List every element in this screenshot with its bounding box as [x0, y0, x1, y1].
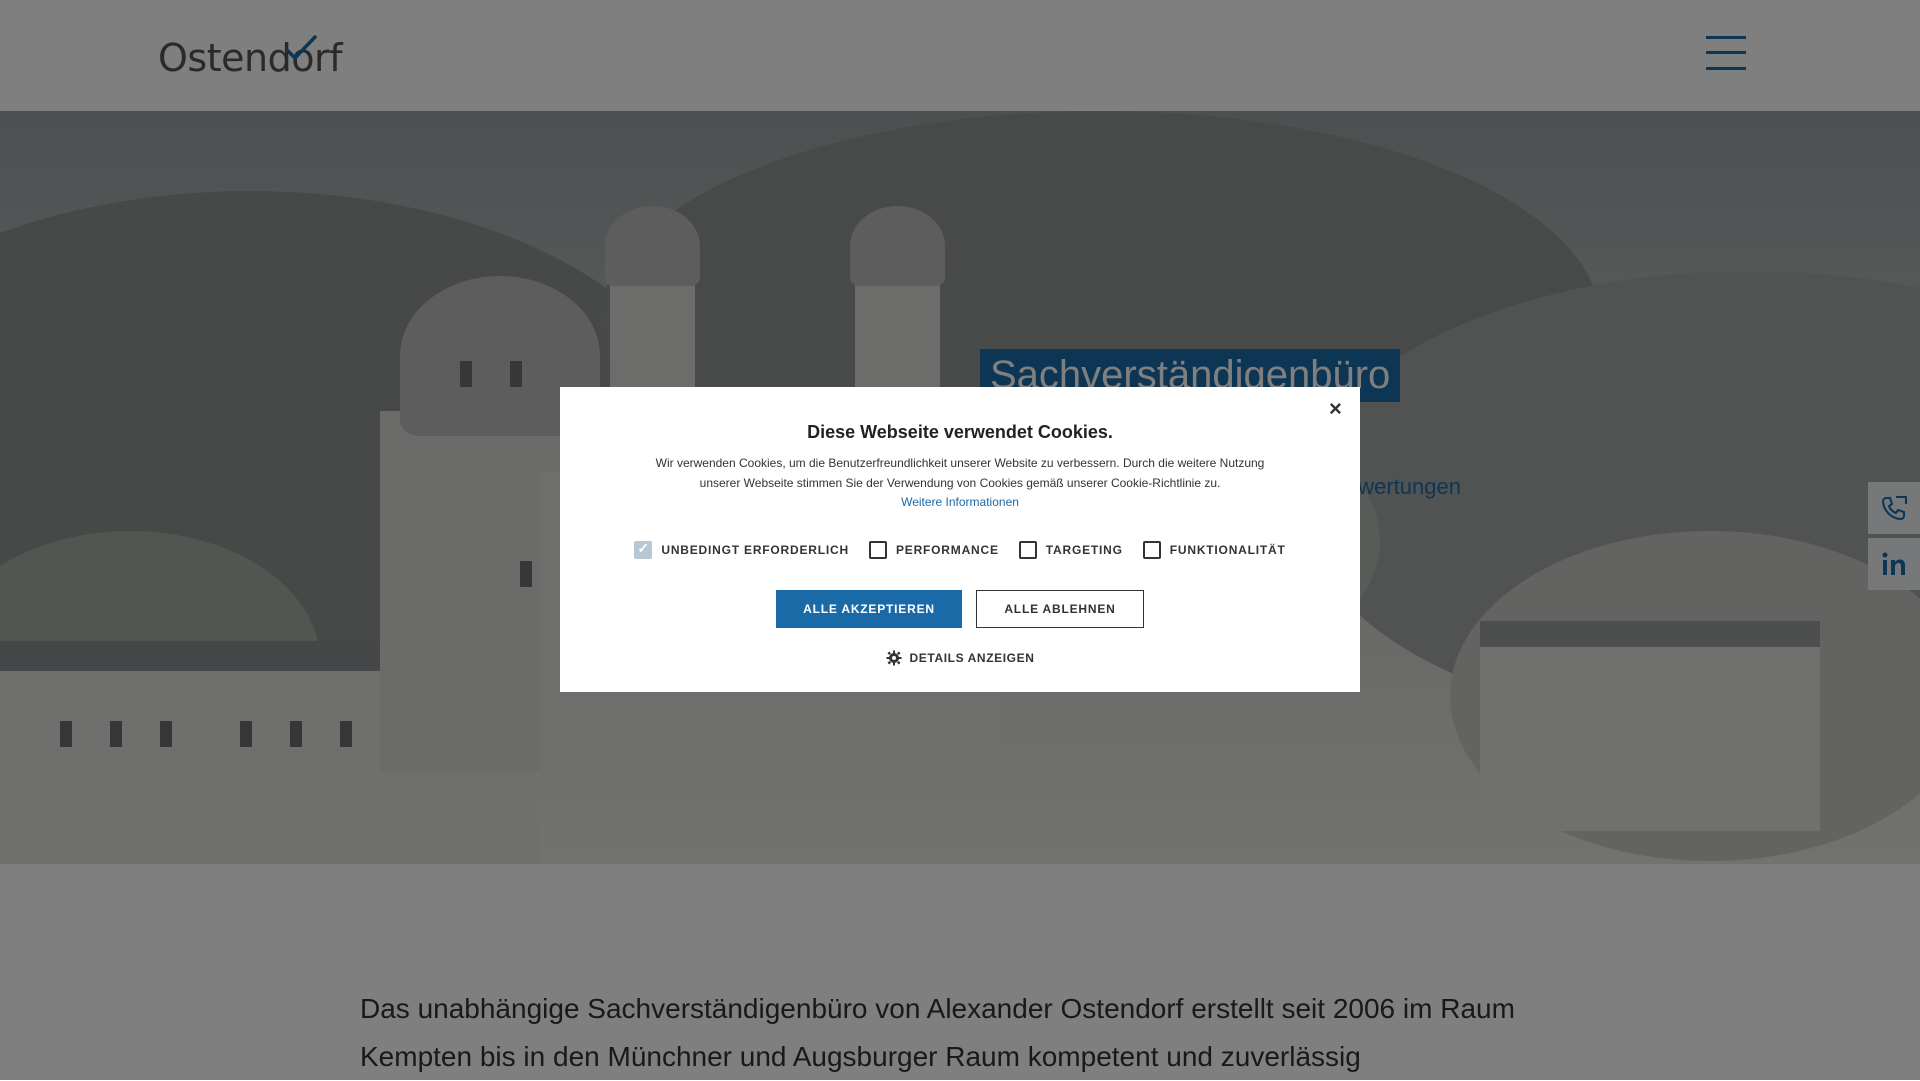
- checkbox-performance-label: PERFORMANCE: [895, 543, 999, 557]
- checkbox-performance-box[interactable]: [868, 541, 887, 559]
- close-icon[interactable]: ×: [1329, 396, 1342, 422]
- more-info-link[interactable]: Weitere Informationen: [560, 495, 1360, 509]
- cookie-dialog: × Diese Webseite verwendet Cookies. Wir …: [560, 387, 1360, 692]
- decline-all-button[interactable]: ALLE ABLEHNEN: [976, 590, 1144, 628]
- checkbox-performance[interactable]: PERFORMANCE: [868, 541, 999, 559]
- cookie-dialog-title: Diese Webseite verwendet Cookies.: [807, 422, 1113, 442]
- checkbox-targeting-label: TARGETING: [1045, 543, 1123, 557]
- gear-icon: [886, 650, 902, 666]
- checkbox-functionality-box[interactable]: [1142, 541, 1161, 559]
- checkbox-targeting[interactable]: TARGETING: [1018, 541, 1123, 559]
- show-details-button[interactable]: DETAILS ANZEIGEN: [560, 650, 1360, 666]
- cookie-dialog-text: Wir verwenden Cookies, um die Benutzerfr…: [655, 456, 1265, 490]
- checkbox-functionality[interactable]: FUNKTIONALITÄT: [1142, 541, 1286, 559]
- accept-all-button[interactable]: ALLE AKZEPTIEREN: [776, 590, 962, 628]
- show-details-label: DETAILS ANZEIGEN: [909, 651, 1035, 665]
- cookie-category-checkboxes: UNBEDINGT ERFORDERLICH PERFORMANCE TARGE…: [628, 540, 1292, 559]
- checkbox-targeting-box[interactable]: [1018, 541, 1037, 559]
- checkbox-functionality-label: FUNKTIONALITÄT: [1169, 543, 1286, 557]
- checkbox-strictly-necessary-box: [634, 540, 653, 559]
- checkbox-strictly-necessary-label: UNBEDINGT ERFORDERLICH: [661, 543, 849, 557]
- checkbox-strictly-necessary: UNBEDINGT ERFORDERLICH: [634, 540, 849, 559]
